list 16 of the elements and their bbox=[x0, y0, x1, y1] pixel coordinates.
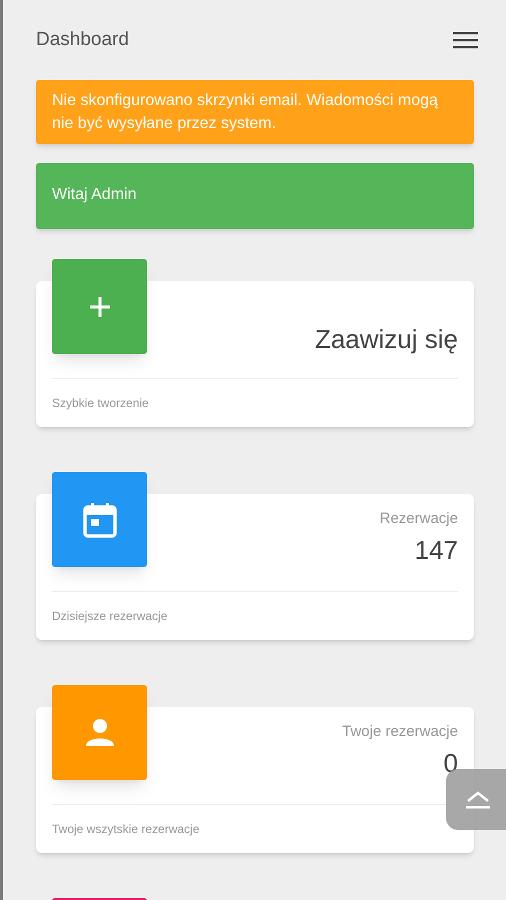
stat-value: Zaawizuj się bbox=[314, 322, 458, 356]
alert-message: Witaj Admin bbox=[36, 163, 474, 229]
card-footer-text: Twoje wszytskie rezerwacje bbox=[52, 821, 200, 838]
calendar-icon bbox=[82, 502, 116, 538]
card-footer-text: Szybkie tworzenie bbox=[52, 395, 149, 412]
stat-label: Twoje rezerwacje bbox=[342, 722, 458, 742]
menu-icon[interactable] bbox=[453, 31, 478, 49]
page-title: Dashboard bbox=[36, 28, 129, 52]
alert-message: Nie skonfigurowano skrzynki email. Wiadomości mogą nie być wysyłane przez system. bbox=[36, 80, 474, 144]
stat-value: 0 bbox=[444, 747, 458, 780]
plus-icon bbox=[88, 294, 112, 318]
stat-label: Rezerwacje bbox=[380, 509, 458, 529]
card-footer-text: Dzisiejsze rezerwacje bbox=[52, 608, 168, 625]
stat-value: 147 bbox=[414, 534, 458, 567]
person-icon bbox=[84, 718, 114, 746]
scroll-up-icon bbox=[464, 790, 490, 810]
